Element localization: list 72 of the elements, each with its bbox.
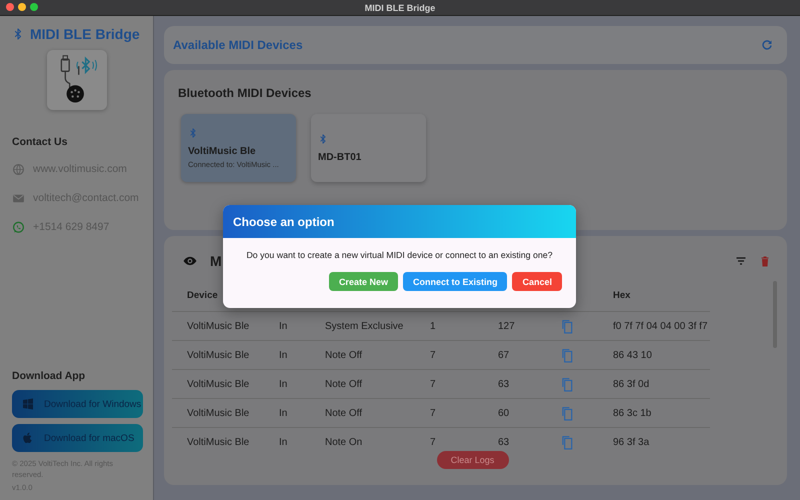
create-new-button[interactable]: Create New bbox=[328, 272, 398, 291]
column-header: Hex bbox=[613, 290, 632, 301]
bluetooth-icon bbox=[318, 133, 328, 145]
copy-icon bbox=[560, 318, 574, 334]
table-cell-text: In bbox=[279, 408, 288, 418]
chat-icon bbox=[12, 220, 25, 234]
table-cell-text: 63 bbox=[498, 436, 510, 448]
table-cell-text: 86 43 10 bbox=[613, 350, 653, 360]
dialog-title: Choose an option bbox=[233, 214, 334, 228]
table-cell-text: 7 bbox=[430, 436, 437, 448]
table-cell-text: In bbox=[279, 350, 288, 360]
window-title: MIDI BLE Bridge bbox=[364, 2, 436, 12]
minimize-light[interactable] bbox=[18, 3, 26, 11]
table-cell-text: In bbox=[279, 320, 288, 332]
section-title: Bluetooth MIDI Devices bbox=[178, 86, 312, 100]
table-cell-text: In bbox=[279, 436, 288, 448]
device-card[interactable]: MD-BT01 bbox=[311, 114, 426, 182]
mail-icon bbox=[12, 192, 25, 204]
table-cell-text: VoltiMusic Ble bbox=[187, 350, 250, 360]
visibility-button[interactable] bbox=[183, 254, 197, 268]
table-cell-text: VoltiMusic Ble bbox=[187, 378, 250, 390]
table-cell-text: 1 bbox=[430, 320, 437, 332]
table-cell-text: In bbox=[279, 378, 288, 390]
trash-icon bbox=[759, 254, 771, 268]
table-cell-text: 7 bbox=[430, 350, 437, 360]
table-cell-text: VoltiMusic Ble bbox=[187, 408, 250, 418]
copy-icon bbox=[560, 406, 574, 420]
filter-button[interactable] bbox=[735, 255, 747, 267]
table-cell-text: f0 7f 7f 04 04 00 3f f7 bbox=[613, 320, 709, 332]
table-cell-text: 127 bbox=[498, 320, 516, 332]
clear-logs-button[interactable]: Clear Logs bbox=[436, 451, 508, 469]
table-cell-text: System Exclusive bbox=[325, 320, 404, 332]
table-cell-text: 86 3c 1b bbox=[613, 408, 652, 418]
device-name: VoltiMusic Ble bbox=[188, 146, 257, 157]
table-cell-text: 60 bbox=[498, 408, 510, 418]
refresh-button[interactable] bbox=[761, 39, 773, 51]
column-header: Device bbox=[187, 290, 219, 301]
cancel-button[interactable]: Cancel bbox=[512, 272, 562, 291]
table-cell-text: 63 bbox=[498, 378, 510, 390]
dialog-message: Do you want to create a new virtual MIDI device or connect to an existing one? bbox=[245, 250, 554, 260]
refresh-icon bbox=[761, 39, 773, 51]
table-cell-text: 96 3f 3a bbox=[613, 436, 650, 448]
table-cell-text: 7 bbox=[430, 408, 437, 418]
table-cell-text: VoltiMusic Ble bbox=[187, 436, 250, 448]
windows-icon bbox=[22, 398, 34, 410]
copy-icon bbox=[560, 348, 574, 362]
bluetooth-icon bbox=[188, 127, 198, 139]
copy-icon bbox=[560, 434, 574, 450]
download-heading: Download App bbox=[12, 370, 86, 382]
globe-icon bbox=[12, 162, 25, 176]
connect-existing-button[interactable]: Connect to Existing bbox=[402, 272, 508, 291]
table-cell-text: 67 bbox=[498, 350, 510, 360]
app-title: MIDI BLE Bridge bbox=[30, 26, 140, 42]
delete-button[interactable] bbox=[759, 254, 771, 268]
apple-icon bbox=[22, 432, 34, 444]
bluetooth-icon bbox=[12, 27, 24, 41]
table-cell-text: 7 bbox=[430, 378, 437, 390]
copy-icon bbox=[560, 376, 574, 392]
table-cell-text: VoltiMusic Ble bbox=[187, 320, 250, 332]
table-cell-text: 86 3f 0d bbox=[613, 378, 650, 390]
contact-heading: Contact Us bbox=[12, 136, 68, 148]
zoom-light[interactable] bbox=[30, 3, 38, 11]
eye-icon bbox=[183, 254, 197, 268]
close-light[interactable] bbox=[6, 3, 14, 11]
table-cell-text: Note Off bbox=[325, 408, 364, 418]
table-cell-text: Note Off bbox=[325, 378, 364, 390]
section-title: Available MIDI Devices bbox=[173, 38, 303, 52]
logs-title: M bbox=[210, 253, 222, 269]
device-name: MD-BT01 bbox=[318, 152, 362, 163]
table-cell-text: Note On bbox=[325, 436, 364, 448]
table-cell-text: Note Off bbox=[325, 350, 364, 360]
filter-icon bbox=[735, 255, 747, 267]
